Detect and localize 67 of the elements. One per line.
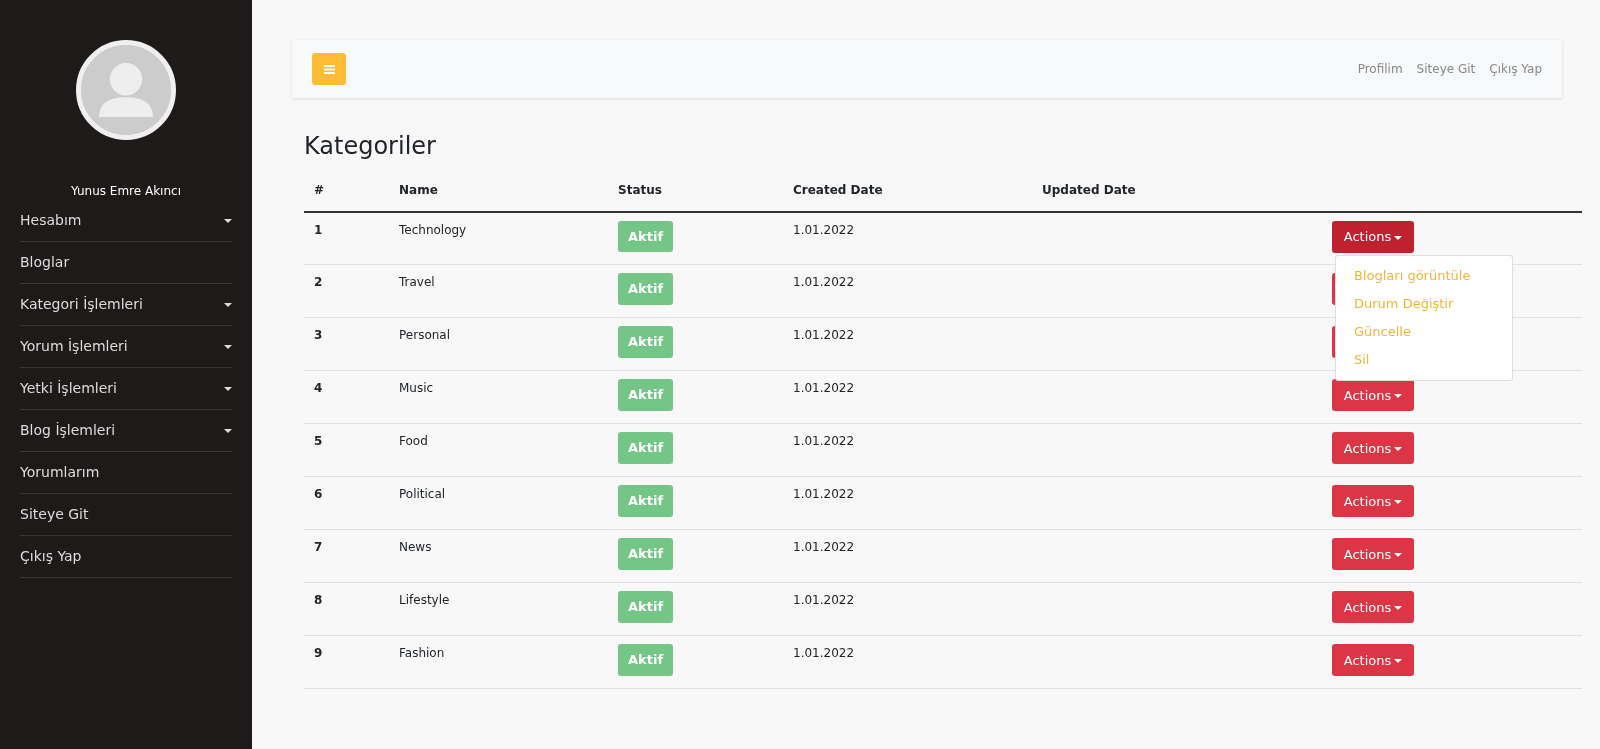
- table-cell: Technology: [389, 211, 608, 265]
- table-cell: Fashion: [389, 635, 608, 689]
- actions-button[interactable]: Actions: [1332, 432, 1414, 465]
- column-header: Status: [608, 168, 783, 212]
- table-cell: Food: [389, 423, 608, 477]
- column-header: #: [304, 168, 389, 212]
- menu-icon: [323, 64, 335, 74]
- column-header: Name: [389, 168, 608, 212]
- table-cell: 1.01.2022: [783, 582, 1032, 636]
- table-cell: 6: [304, 476, 389, 530]
- actions-button[interactable]: Actions: [1332, 220, 1414, 253]
- caret-icon: [1394, 553, 1403, 558]
- sidebar-item[interactable]: Blog İşlemleri: [20, 410, 232, 452]
- sidebar-item[interactable]: Yorumlarım: [20, 452, 232, 494]
- caret-icon: [1394, 606, 1403, 611]
- table-cell: 1.01.2022: [783, 211, 1032, 265]
- menu-button[interactable]: [312, 53, 346, 85]
- sidebar-item[interactable]: Hesabım: [20, 200, 232, 242]
- caret-icon: [1394, 500, 1403, 505]
- table-cell: Lifestyle: [389, 582, 608, 636]
- table-cell: 1.01.2022: [783, 317, 1032, 371]
- table-cell: 1.01.2022: [783, 476, 1032, 530]
- table-cell: 7: [304, 529, 389, 583]
- sidebar-item[interactable]: Yetki İşlemleri: [20, 368, 232, 410]
- actions-button[interactable]: Actions: [1332, 538, 1414, 571]
- caret-icon: [1394, 659, 1403, 664]
- nav-link[interactable]: Profilim: [1357, 62, 1403, 77]
- user-name: Yunus Emre Akıncı: [70, 183, 182, 200]
- table-cell: 1.01.2022: [783, 635, 1032, 689]
- table-cell: 9: [304, 635, 389, 689]
- sidebar-item[interactable]: Bloglar: [20, 242, 232, 284]
- nav-link[interactable]: Siteye Git: [1416, 62, 1476, 77]
- caret-icon: [224, 218, 232, 223]
- table-cell: News: [389, 529, 608, 583]
- sidebar-item[interactable]: Siteye Git: [20, 494, 232, 536]
- table-cell: Travel: [389, 264, 608, 318]
- actions-button[interactable]: Actions: [1332, 379, 1414, 412]
- caret-icon: [224, 302, 232, 307]
- sidebar-item[interactable]: Çıkış Yap: [20, 536, 232, 578]
- table-cell: Political: [389, 476, 608, 530]
- sidebar-item[interactable]: Kategori İşlemleri: [20, 284, 232, 326]
- table-cell: 1: [304, 211, 389, 265]
- column-header: Updated Date: [1032, 168, 1322, 212]
- caret-icon: [224, 428, 232, 433]
- actions-button[interactable]: Actions: [1332, 591, 1414, 624]
- table-cell: 3: [304, 317, 389, 371]
- caret-icon: [224, 344, 232, 349]
- table-cell: 1.01.2022: [783, 370, 1032, 424]
- table-cell: 1.01.2022: [783, 423, 1032, 477]
- caret-icon: [1394, 235, 1403, 240]
- caret-icon: [1394, 447, 1403, 452]
- table-cell: 4: [304, 370, 389, 424]
- table-cell: 8: [304, 582, 389, 636]
- actions-button[interactable]: Actions: [1332, 644, 1414, 677]
- column-header: Created Date: [783, 168, 1032, 212]
- table-cell: Personal: [389, 317, 608, 371]
- table-cell: Music: [389, 370, 608, 424]
- page-title: Kategoriler: [304, 132, 437, 161]
- actions-button[interactable]: Actions: [1332, 485, 1414, 518]
- table-cell: 2: [304, 264, 389, 318]
- table-cell: 5: [304, 423, 389, 477]
- nav-link[interactable]: Çıkış Yap: [1489, 62, 1542, 77]
- table-cell: 1.01.2022: [783, 529, 1032, 583]
- caret-icon: [1394, 394, 1403, 399]
- sidebar-item[interactable]: Yorum İşlemleri: [20, 326, 232, 368]
- table-cell: 1.01.2022: [783, 264, 1032, 318]
- caret-icon: [224, 386, 232, 391]
